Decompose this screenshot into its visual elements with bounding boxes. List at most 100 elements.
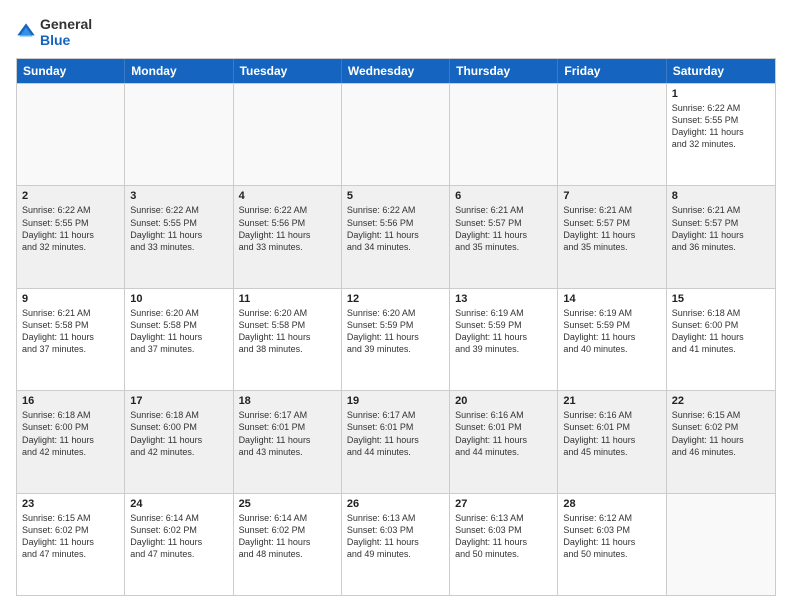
calendar: SundayMondayTuesdayWednesdayThursdayFrid… — [16, 58, 776, 596]
day-number: 5 — [347, 190, 444, 202]
day-cell-26: 26 Sunrise: 6:13 AM Sunset: 6:03 PM Dayli… — [342, 494, 450, 595]
day-info: Sunrise: 6:15 AM Sunset: 6:02 PM Dayligh… — [672, 409, 770, 458]
day-info: Sunrise: 6:20 AM Sunset: 5:58 PM Dayligh… — [130, 307, 227, 356]
day-cell-22: 22 Sunrise: 6:15 AM Sunset: 6:02 PM Dayli… — [667, 391, 775, 492]
day-number: 17 — [130, 395, 227, 407]
day-info: Sunrise: 6:22 AM Sunset: 5:56 PM Dayligh… — [347, 204, 444, 253]
week-row-2: 9 Sunrise: 6:21 AM Sunset: 5:58 PM Daylig… — [17, 288, 775, 390]
day-header-tuesday: Tuesday — [234, 59, 342, 83]
day-cell-13: 13 Sunrise: 6:19 AM Sunset: 5:59 PM Dayli… — [450, 289, 558, 390]
day-number: 2 — [22, 190, 119, 202]
day-info: Sunrise: 6:21 AM Sunset: 5:57 PM Dayligh… — [455, 204, 552, 253]
day-info: Sunrise: 6:22 AM Sunset: 5:55 PM Dayligh… — [672, 102, 770, 151]
day-number: 7 — [563, 190, 660, 202]
day-info: Sunrise: 6:21 AM Sunset: 5:58 PM Dayligh… — [22, 307, 119, 356]
day-cell-4: 4 Sunrise: 6:22 AM Sunset: 5:56 PM Daylig… — [234, 186, 342, 287]
day-info: Sunrise: 6:22 AM Sunset: 5:55 PM Dayligh… — [22, 204, 119, 253]
day-number: 21 — [563, 395, 660, 407]
day-number: 22 — [672, 395, 770, 407]
day-cell-empty-0-0 — [17, 84, 125, 185]
day-cell-23: 23 Sunrise: 6:15 AM Sunset: 6:02 PM Dayli… — [17, 494, 125, 595]
day-info: Sunrise: 6:22 AM Sunset: 5:55 PM Dayligh… — [130, 204, 227, 253]
day-info: Sunrise: 6:16 AM Sunset: 6:01 PM Dayligh… — [563, 409, 660, 458]
day-header-sunday: Sunday — [17, 59, 125, 83]
week-row-0: 1 Sunrise: 6:22 AM Sunset: 5:55 PM Daylig… — [17, 83, 775, 185]
day-cell-11: 11 Sunrise: 6:20 AM Sunset: 5:58 PM Dayli… — [234, 289, 342, 390]
day-number: 24 — [130, 498, 227, 510]
day-info: Sunrise: 6:20 AM Sunset: 5:58 PM Dayligh… — [239, 307, 336, 356]
day-cell-empty-0-2 — [234, 84, 342, 185]
weeks: 1 Sunrise: 6:22 AM Sunset: 5:55 PM Daylig… — [17, 83, 775, 595]
day-info: Sunrise: 6:19 AM Sunset: 5:59 PM Dayligh… — [455, 307, 552, 356]
day-number: 14 — [563, 293, 660, 305]
day-cell-empty-0-1 — [125, 84, 233, 185]
week-row-4: 23 Sunrise: 6:15 AM Sunset: 6:02 PM Dayli… — [17, 493, 775, 595]
day-number: 25 — [239, 498, 336, 510]
day-cell-25: 25 Sunrise: 6:14 AM Sunset: 6:02 PM Dayli… — [234, 494, 342, 595]
day-cell-17: 17 Sunrise: 6:18 AM Sunset: 6:00 PM Dayli… — [125, 391, 233, 492]
day-number: 23 — [22, 498, 119, 510]
day-number: 16 — [22, 395, 119, 407]
day-cell-empty-0-4 — [450, 84, 558, 185]
day-number: 13 — [455, 293, 552, 305]
day-cell-empty-4-6 — [667, 494, 775, 595]
day-header-monday: Monday — [125, 59, 233, 83]
day-info: Sunrise: 6:13 AM Sunset: 6:03 PM Dayligh… — [455, 512, 552, 561]
day-cell-9: 9 Sunrise: 6:21 AM Sunset: 5:58 PM Daylig… — [17, 289, 125, 390]
day-cell-21: 21 Sunrise: 6:16 AM Sunset: 6:01 PM Dayli… — [558, 391, 666, 492]
day-number: 1 — [672, 88, 770, 100]
day-headers: SundayMondayTuesdayWednesdayThursdayFrid… — [17, 59, 775, 83]
logo-blue: Blue — [40, 32, 92, 48]
day-info: Sunrise: 6:18 AM Sunset: 6:00 PM Dayligh… — [130, 409, 227, 458]
day-info: Sunrise: 6:21 AM Sunset: 5:57 PM Dayligh… — [563, 204, 660, 253]
day-cell-empty-0-3 — [342, 84, 450, 185]
day-cell-3: 3 Sunrise: 6:22 AM Sunset: 5:55 PM Daylig… — [125, 186, 233, 287]
day-info: Sunrise: 6:12 AM Sunset: 6:03 PM Dayligh… — [563, 512, 660, 561]
day-number: 28 — [563, 498, 660, 510]
day-number: 10 — [130, 293, 227, 305]
day-cell-19: 19Sunrise: 6:17 AM Sunset: 6:01 PM Dayli… — [342, 391, 450, 492]
day-header-wednesday: Wednesday — [342, 59, 450, 83]
day-cell-15: 15 Sunrise: 6:18 AM Sunset: 6:00 PM Dayli… — [667, 289, 775, 390]
day-number: 27 — [455, 498, 552, 510]
day-number: 11 — [239, 293, 336, 305]
day-number: 20 — [455, 395, 552, 407]
day-cell-5: 5 Sunrise: 6:22 AM Sunset: 5:56 PM Daylig… — [342, 186, 450, 287]
day-info: Sunrise: 6:13 AM Sunset: 6:03 PM Dayligh… — [347, 512, 444, 561]
day-cell-empty-0-5 — [558, 84, 666, 185]
day-info: Sunrise: 6:20 AM Sunset: 5:59 PM Dayligh… — [347, 307, 444, 356]
day-number: 9 — [22, 293, 119, 305]
day-cell-2: 2 Sunrise: 6:22 AM Sunset: 5:55 PM Daylig… — [17, 186, 125, 287]
day-info: Sunrise: 6:22 AM Sunset: 5:56 PM Dayligh… — [239, 204, 336, 253]
day-info: Sunrise: 6:14 AM Sunset: 6:02 PM Dayligh… — [239, 512, 336, 561]
logo-general: General — [40, 16, 92, 32]
logo: General Blue — [16, 16, 92, 48]
day-number: 6 — [455, 190, 552, 202]
day-cell-1: 1 Sunrise: 6:22 AM Sunset: 5:55 PM Daylig… — [667, 84, 775, 185]
day-cell-8: 8Sunrise: 6:21 AM Sunset: 5:57 PM Daylig… — [667, 186, 775, 287]
day-number: 3 — [130, 190, 227, 202]
day-number: 18 — [239, 395, 336, 407]
day-cell-16: 16 Sunrise: 6:18 AM Sunset: 6:00 PM Dayli… — [17, 391, 125, 492]
day-number: 4 — [239, 190, 336, 202]
day-info: Sunrise: 6:18 AM Sunset: 6:00 PM Dayligh… — [22, 409, 119, 458]
day-number: 26 — [347, 498, 444, 510]
day-header-saturday: Saturday — [667, 59, 775, 83]
day-number: 8 — [672, 190, 770, 202]
day-number: 12 — [347, 293, 444, 305]
day-cell-28: 28 Sunrise: 6:12 AM Sunset: 6:03 PM Dayli… — [558, 494, 666, 595]
day-cell-10: 10 Sunrise: 6:20 AM Sunset: 5:58 PM Dayli… — [125, 289, 233, 390]
day-cell-27: 27 Sunrise: 6:13 AM Sunset: 6:03 PM Dayli… — [450, 494, 558, 595]
day-header-thursday: Thursday — [450, 59, 558, 83]
day-info: Sunrise: 6:15 AM Sunset: 6:02 PM Dayligh… — [22, 512, 119, 561]
day-header-friday: Friday — [558, 59, 666, 83]
day-info: Sunrise: 6:16 AM Sunset: 6:01 PM Dayligh… — [455, 409, 552, 458]
week-row-1: 2 Sunrise: 6:22 AM Sunset: 5:55 PM Daylig… — [17, 185, 775, 287]
day-cell-7: 7 Sunrise: 6:21 AM Sunset: 5:57 PM Daylig… — [558, 186, 666, 287]
day-number: 15 — [672, 293, 770, 305]
day-cell-12: 12 Sunrise: 6:20 AM Sunset: 5:59 PM Dayli… — [342, 289, 450, 390]
day-info: Sunrise: 6:17 AM Sunset: 6:01 PM Dayligh… — [347, 409, 444, 458]
day-info: Sunrise: 6:18 AM Sunset: 6:00 PM Dayligh… — [672, 307, 770, 356]
day-cell-6: 6 Sunrise: 6:21 AM Sunset: 5:57 PM Daylig… — [450, 186, 558, 287]
day-info: Sunrise: 6:19 AM Sunset: 5:59 PM Dayligh… — [563, 307, 660, 356]
